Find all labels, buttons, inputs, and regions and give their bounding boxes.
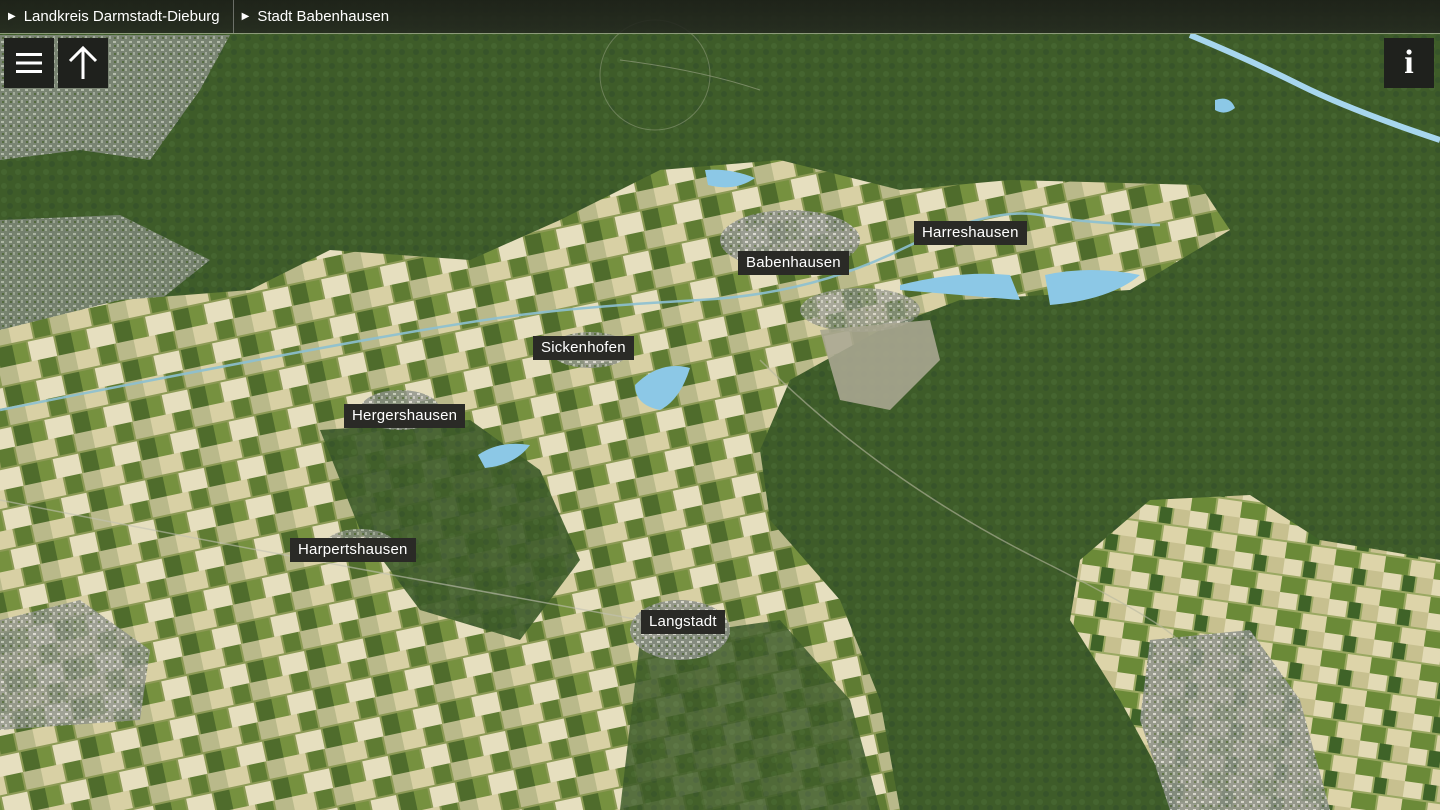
breadcrumb-label: Stadt Babenhausen bbox=[257, 8, 390, 25]
menu-button[interactable] bbox=[4, 38, 54, 88]
hamburger-menu-icon bbox=[16, 53, 42, 73]
breadcrumb: ▶ Landkreis Darmstadt-Dieburg ▶ Stadt Ba… bbox=[0, 0, 1440, 34]
aerial-map[interactable] bbox=[0, 0, 1440, 810]
place-label-babenhausen[interactable]: Babenhausen bbox=[738, 251, 849, 275]
arrow-up-icon bbox=[68, 46, 98, 79]
place-label-sickenhofen[interactable]: Sickenhofen bbox=[533, 336, 634, 360]
place-label-harpertshausen[interactable]: Harpertshausen bbox=[290, 538, 416, 562]
breadcrumb-item-district[interactable]: ▶ Landkreis Darmstadt-Dieburg bbox=[0, 0, 234, 33]
navigate-up-button[interactable] bbox=[58, 38, 108, 88]
breadcrumb-item-town[interactable]: ▶ Stadt Babenhausen bbox=[234, 0, 402, 33]
info-icon: i bbox=[1404, 44, 1414, 81]
triangle-right-icon: ▶ bbox=[8, 11, 16, 22]
info-button[interactable]: i bbox=[1384, 38, 1434, 88]
place-label-hergershausen[interactable]: Hergershausen bbox=[344, 404, 466, 428]
triangle-right-icon: ▶ bbox=[241, 11, 250, 22]
breadcrumb-label: Landkreis Darmstadt-Dieburg bbox=[23, 8, 220, 25]
place-label-langstadt[interactable]: Langstadt bbox=[641, 610, 725, 634]
place-label-harreshausen[interactable]: Harreshausen bbox=[914, 221, 1027, 245]
